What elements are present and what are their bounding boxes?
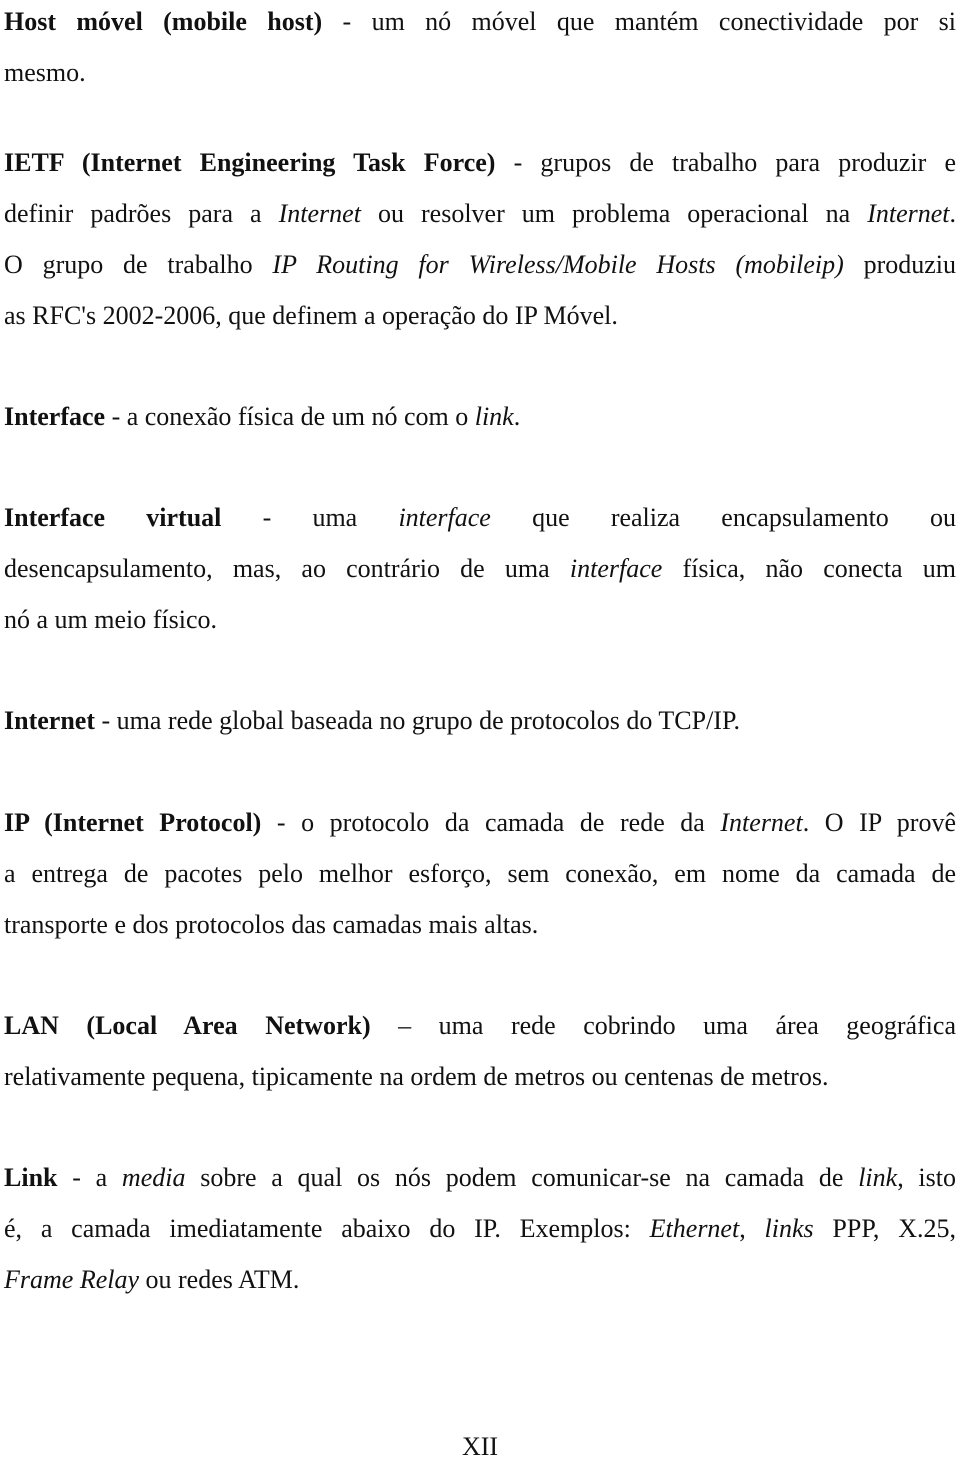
definition-text: - um nó móvel que mantém conectividade p… xyxy=(322,7,956,36)
definition-text: - o protocolo da camada de rede da xyxy=(261,808,721,837)
entry-term: Link xyxy=(4,1163,58,1192)
definition-text: – uma rede cobrindo uma área geográfica xyxy=(370,1011,956,1040)
entry-term: Host móvel (mobile host) xyxy=(4,7,323,36)
definition-text: , xyxy=(739,1214,765,1243)
definition-text: ou redes ATM. xyxy=(139,1265,300,1294)
italic-text: Ethernet xyxy=(649,1214,740,1243)
definition-text: transporte e dos protocolos das camadas … xyxy=(4,910,539,939)
entry-line: transporte e dos protocolos das camadas … xyxy=(4,910,956,940)
italic-text: interface xyxy=(398,503,491,532)
definition-text: física, não conecta um xyxy=(662,554,957,583)
entry-line: definir padrões para a Internet ou resol… xyxy=(4,199,956,229)
italic-text: Internet xyxy=(867,199,950,228)
definition-text: - grupos de trabalho para produzir e xyxy=(495,148,956,177)
entry-line: mesmo. xyxy=(4,58,956,88)
definition-text: . O IP provê xyxy=(802,808,956,837)
entry-line: Interface - a conexão física de um nó co… xyxy=(4,402,956,432)
entry-line: Host móvel (mobile host) - um nó móvel q… xyxy=(4,7,956,37)
italic-text: Frame Relay xyxy=(4,1265,140,1294)
definition-text: , isto xyxy=(897,1163,956,1192)
italic-text: interface xyxy=(569,554,663,583)
definition-text: nó a um meio físico. xyxy=(4,605,218,634)
entry-line: a entrega de pacotes pelo melhor esforço… xyxy=(4,859,956,889)
entry-line: desencapsulamento, mas, ao contrário de … xyxy=(4,554,956,584)
definition-text: sobre a qual os nós podem comunicar-se n… xyxy=(185,1163,859,1192)
definition-text: - uma rede global baseada no grupo de pr… xyxy=(94,706,741,735)
definition-text: mesmo. xyxy=(4,58,86,87)
definition-text: ou resolver um problema operacional na xyxy=(360,199,868,228)
entry-line: relativamente pequena, tipicamente na or… xyxy=(4,1062,956,1092)
italic-text: links xyxy=(764,1214,814,1243)
definition-text: - a xyxy=(57,1163,122,1192)
definition-text: é, a camada imediatamente abaixo do IP. … xyxy=(4,1214,650,1243)
definition-text: PPP, X.25, xyxy=(813,1214,957,1243)
definition-text: . xyxy=(513,402,521,431)
entry-term: IP (Internet Protocol) xyxy=(4,808,262,837)
entry-line: Frame Relay ou redes ATM. xyxy=(4,1265,956,1295)
definition-text: produziu xyxy=(843,250,956,279)
entry-line: Interface virtual - uma interface que re… xyxy=(4,503,956,533)
entry-line: IP (Internet Protocol) - o protocolo da … xyxy=(4,808,956,838)
italic-text: IP Routing for Wireless/Mobile Hosts (mo… xyxy=(272,250,844,279)
entry-term: Internet xyxy=(4,706,95,735)
entry-line: O grupo de trabalho IP Routing for Wirel… xyxy=(4,250,956,280)
entry-term: IETF (Internet Engineering Task Force) xyxy=(4,148,496,177)
italic-text: link xyxy=(858,1163,898,1192)
definition-text: desencapsulamento, mas, ao contrário de … xyxy=(4,554,570,583)
definition-text: . xyxy=(949,199,957,228)
definition-text: - uma xyxy=(221,503,399,532)
definition-text: definir padrões para a xyxy=(4,199,279,228)
definition-text: - a conexão física de um nó com o xyxy=(105,402,475,431)
italic-text: Internet xyxy=(720,808,803,837)
italic-text: Internet xyxy=(278,199,361,228)
entry-line: IETF (Internet Engineering Task Force) -… xyxy=(4,148,956,178)
entry-term: Interface xyxy=(4,402,106,431)
italic-text: media xyxy=(121,1163,186,1192)
definition-text: a entrega de pacotes pelo melhor esforço… xyxy=(4,859,956,888)
entry-line: Internet - uma rede global baseada no gr… xyxy=(4,706,956,736)
entry-line: LAN (Local Area Network) – uma rede cobr… xyxy=(4,1011,956,1041)
entry-line: nó a um meio físico. xyxy=(4,605,956,635)
definition-text: O grupo de trabalho xyxy=(4,250,273,279)
definition-text: as RFC's 2002-2006, que definem a operaç… xyxy=(4,301,618,330)
entry-line: Link - a media sobre a qual os nós podem… xyxy=(4,1163,956,1193)
entry-line: as RFC's 2002-2006, que definem a operaç… xyxy=(4,301,956,331)
definition-text: que realiza encapsulamento ou xyxy=(490,503,956,532)
page-number: XII xyxy=(461,1432,499,1461)
italic-text: link xyxy=(474,402,514,431)
entry-term: LAN (Local Area Network) xyxy=(4,1011,371,1040)
entry-line: é, a camada imediatamente abaixo do IP. … xyxy=(4,1214,956,1244)
definition-text: relativamente pequena, tipicamente na or… xyxy=(4,1062,829,1091)
entry-term: Interface virtual xyxy=(4,503,222,532)
